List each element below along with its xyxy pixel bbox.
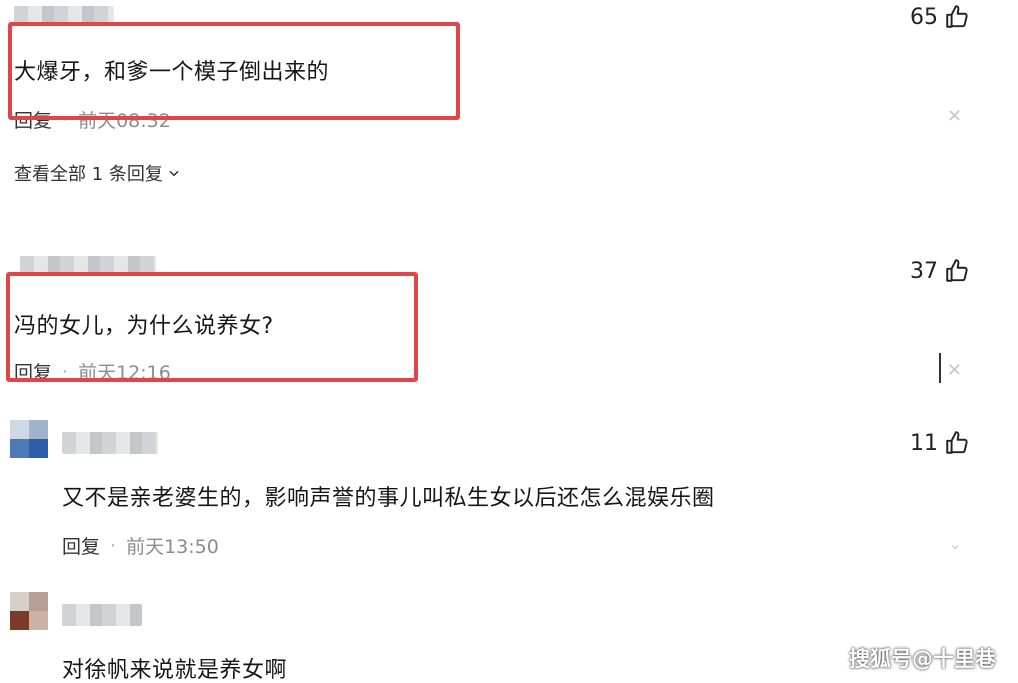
timestamp: 前天13:50 xyxy=(126,536,219,558)
chevron-down-icon[interactable]: ⌄ xyxy=(949,534,962,553)
separator: · xyxy=(110,534,117,557)
like-count: 65 xyxy=(910,4,938,30)
comment-item: 11 又不是亲老婆生的，影响声誉的事儿叫私生女以后还怎么混娱乐圈 回复 · 前天… xyxy=(0,420,1018,570)
highlight-box xyxy=(6,272,418,382)
avatar[interactable] xyxy=(10,592,48,630)
close-icon[interactable]: ✕ xyxy=(947,360,962,381)
chevron-down-icon xyxy=(169,170,179,177)
reply-button[interactable]: 回复 xyxy=(62,532,100,559)
comment-meta: 回复 · 前天13:50 xyxy=(62,532,219,559)
username-blurred xyxy=(62,604,142,626)
highlight-box xyxy=(8,22,460,120)
like-button[interactable]: 65 xyxy=(910,4,970,30)
view-all-replies-button[interactable]: 查看全部 1 条回复 xyxy=(14,160,181,186)
like-count: 37 xyxy=(910,258,938,284)
thumbs-up-icon xyxy=(946,5,968,28)
comment-text: 对徐帆来说就是养女啊 xyxy=(62,658,288,683)
like-button[interactable]: 11 xyxy=(910,430,970,456)
like-count: 11 xyxy=(910,430,938,456)
thumbs-up-icon xyxy=(946,431,968,454)
text-cursor xyxy=(939,353,941,383)
username-blurred xyxy=(62,432,158,454)
comment-text: 又不是亲老婆生的，影响声誉的事儿叫私生女以后还怎么混娱乐圈 xyxy=(62,486,715,511)
avatar[interactable] xyxy=(10,420,48,458)
like-button[interactable]: 37 xyxy=(910,258,970,284)
thumbs-up-icon xyxy=(946,259,968,282)
view-all-replies-label: 查看全部 1 条回复 xyxy=(14,164,163,185)
close-icon[interactable]: ✕ xyxy=(947,106,962,127)
watermark: 搜狐号@十里巷 xyxy=(849,647,996,671)
